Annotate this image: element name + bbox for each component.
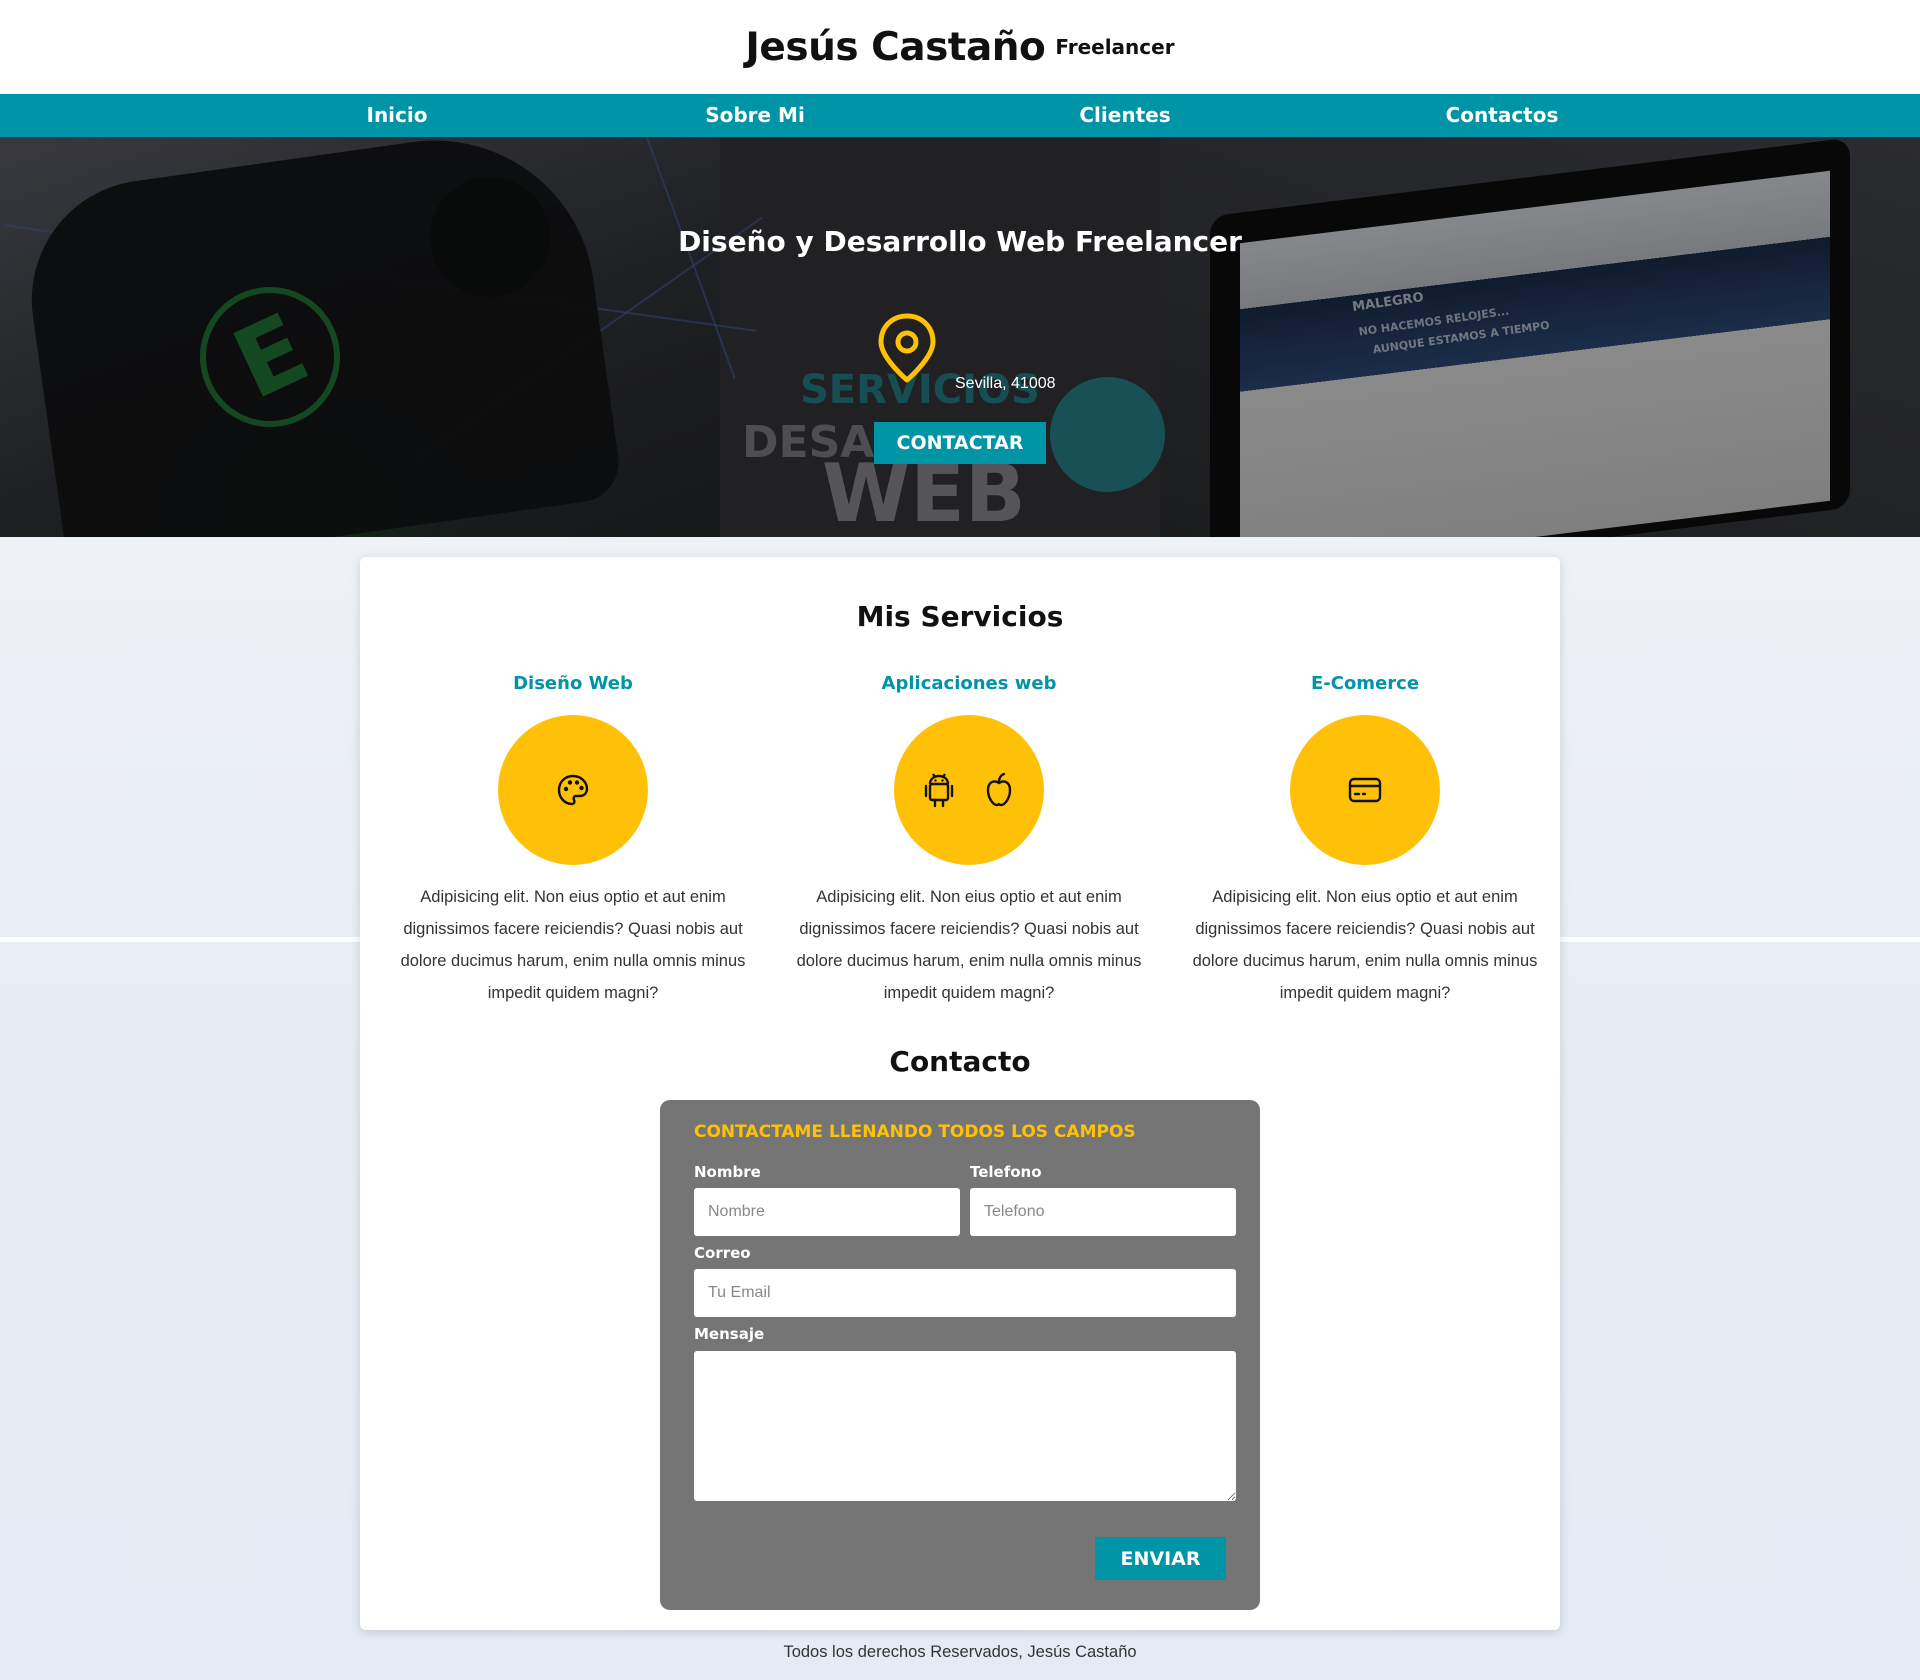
map-pin-icon [878, 313, 936, 383]
service-icon-circle [894, 715, 1044, 865]
service-icon-circle [1290, 715, 1440, 865]
site-subtitle: Freelancer [1055, 35, 1175, 59]
message-label: Mensaje [694, 1325, 765, 1343]
hero-title: Diseño y Desarrollo Web Freelancer [678, 225, 1242, 258]
service-item-diseno-web: Diseño Web Adipisicing elit. Non eius op… [383, 669, 763, 1009]
contact-form: CONTACTAME LLENANDO TODOS LOS CAMPOS Nom… [660, 1100, 1260, 1610]
name-label: Nombre [694, 1163, 761, 1181]
name-input[interactable] [694, 1188, 960, 1236]
phone-input[interactable] [970, 1188, 1236, 1236]
site-name: Jesús Castaño [745, 24, 1046, 70]
service-description: Adipisicing elit. Non eius optio et aut … [1192, 888, 1538, 1002]
hero-overlay [0, 137, 1920, 537]
palette-icon [557, 774, 589, 806]
content-card: Mis Servicios Diseño Web Adipisicing eli… [360, 557, 1560, 1630]
hero-banner: MALEGRO NO HACEMOS RELOJES... AUNQUE EST… [0, 137, 1920, 537]
service-item-aplicaciones-web: Aplicaciones web Adipisicing elit. Non e… [779, 669, 1159, 1009]
phone-label: Telefono [970, 1163, 1042, 1181]
service-description: Adipisicing elit. Non eius optio et aut … [400, 888, 746, 1002]
service-item-e-comerce: E-Comerce Adipisicing elit. Non eius opt… [1175, 669, 1555, 1009]
nav-item-contactos[interactable]: Contactos [1446, 94, 1559, 137]
credit-card-icon [1348, 777, 1382, 803]
footer: Todos los derechos Reservados, Jesús Cas… [783, 1643, 1137, 1661]
service-icon-circle [498, 715, 648, 865]
contact-cta-button[interactable]: CONTACTAR [874, 422, 1046, 464]
send-button[interactable]: ENVIAR [1095, 1537, 1226, 1580]
services-title: Mis Servicios [856, 600, 1064, 633]
service-description: Adipisicing elit. Non eius optio et aut … [796, 888, 1142, 1002]
nav-item-sobre-mi[interactable]: Sobre Mi [705, 94, 805, 137]
contact-title: Contacto [889, 1045, 1031, 1078]
email-label: Correo [694, 1244, 751, 1262]
site-header: Jesús Castaño Freelancer [0, 0, 1920, 94]
service-title: Aplicaciones web [881, 673, 1057, 694]
apple-icon [986, 772, 1012, 807]
message-textarea[interactable] [694, 1351, 1236, 1501]
service-title: E-Comerce [1310, 673, 1420, 694]
service-title: Diseño Web [513, 673, 633, 694]
hero-location: Sevilla, 41008 [955, 375, 1056, 392]
main-nav: Inicio Sobre Mi Clientes Contactos [0, 94, 1920, 137]
android-icon [924, 773, 954, 808]
form-heading: CONTACTAME LLENANDO TODOS LOS CAMPOS [694, 1122, 1136, 1142]
email-input[interactable] [694, 1269, 1236, 1317]
nav-item-clientes[interactable]: Clientes [1079, 94, 1170, 137]
nav-item-inicio[interactable]: Inicio [367, 94, 428, 137]
